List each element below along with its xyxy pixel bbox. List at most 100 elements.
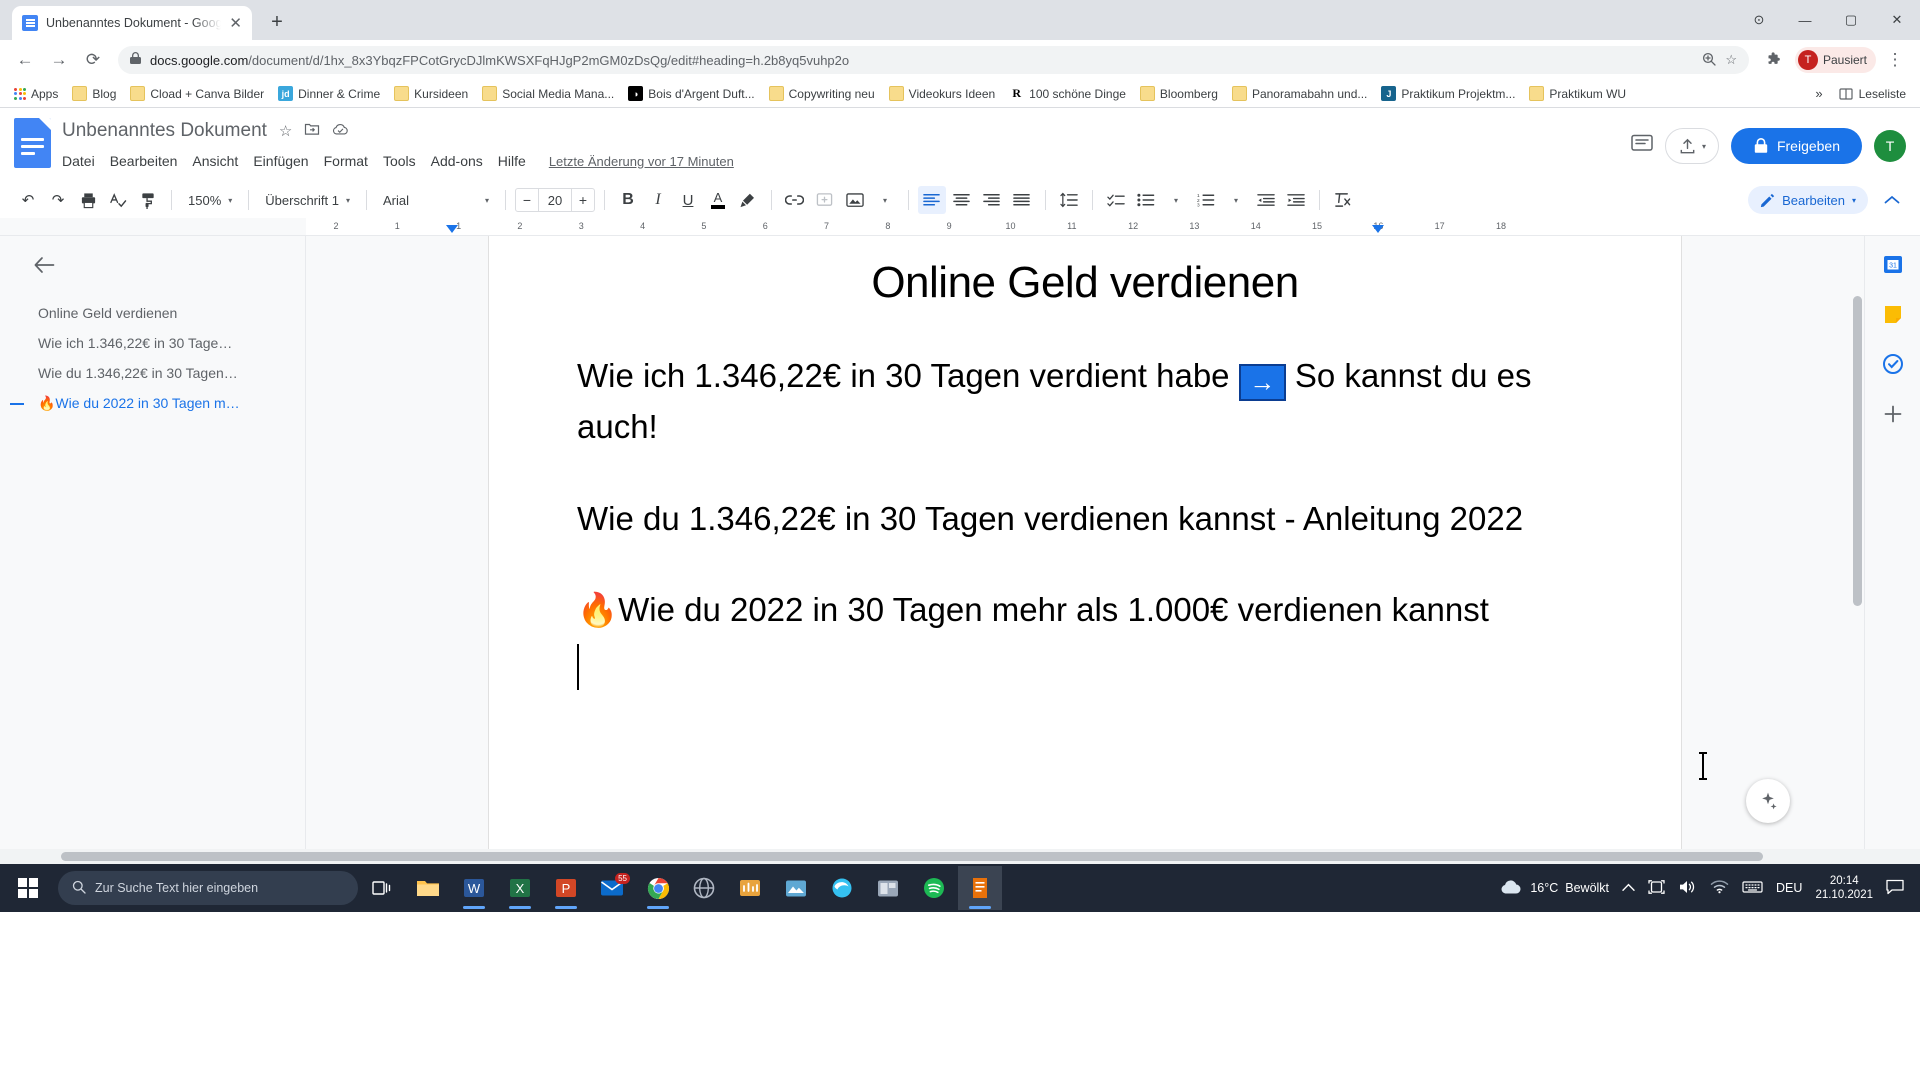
maximize-button[interactable]: ▢ xyxy=(1828,0,1874,40)
user-avatar[interactable]: T xyxy=(1874,130,1906,162)
taskbar-search-box[interactable]: Zur Suche Text hier eingeben xyxy=(58,871,358,905)
menu-einfuegen[interactable]: Einfügen xyxy=(253,153,308,169)
window-close-button[interactable]: ✕ xyxy=(1874,0,1920,40)
underline-button[interactable]: U xyxy=(674,186,702,214)
bookmark-item[interactable]: Copywriting neu xyxy=(763,83,881,104)
outline-item-2[interactable]: Wie ich 1.346,22€ in 30 Tage… xyxy=(0,328,305,358)
menu-datei[interactable]: Datei xyxy=(62,153,95,169)
menu-hilfe[interactable]: Hilfe xyxy=(498,153,526,169)
notification-icon[interactable] xyxy=(1886,879,1904,898)
keyboard-icon[interactable] xyxy=(1742,880,1763,897)
ruler-indent-marker[interactable] xyxy=(1372,225,1384,233)
font-size-decrease[interactable]: − xyxy=(516,192,538,208)
file-explorer-icon[interactable] xyxy=(406,866,450,910)
chart-app-icon[interactable] xyxy=(728,866,772,910)
bookmark-star-icon[interactable]: ☆ xyxy=(1725,52,1737,68)
browser-tab[interactable]: Unbenanntes Dokument - Googl ✕ xyxy=(12,6,252,40)
bookmark-item[interactable]: J Praktikum Projektm... xyxy=(1375,83,1521,104)
bulleted-list-icon[interactable] xyxy=(1132,186,1160,214)
bookmark-item[interactable]: Panoramabahn und... xyxy=(1226,83,1373,104)
gallery-icon[interactable] xyxy=(866,866,910,910)
menu-tools[interactable]: Tools xyxy=(383,153,416,169)
share-button[interactable]: Freigeben xyxy=(1730,128,1862,164)
numbered-list-icon[interactable]: 123 xyxy=(1192,186,1220,214)
last-edit-label[interactable]: Letzte Änderung vor 17 Minuten xyxy=(549,154,734,169)
bookmark-item[interactable]: ◑ Bois d'Argent Duft... xyxy=(622,83,760,104)
insert-image-icon[interactable] xyxy=(841,186,869,214)
volume-icon[interactable] xyxy=(1678,879,1697,898)
calendar-icon[interactable]: 31 xyxy=(1879,250,1907,278)
bookmark-item[interactable]: R 100 schöne Dinge xyxy=(1003,83,1132,104)
bookmark-apps[interactable]: Apps xyxy=(8,84,64,104)
outline-item-4[interactable]: 🔥Wie du 2022 in 30 Tagen m… xyxy=(0,388,305,419)
vertical-scrollbar-thumb[interactable] xyxy=(1853,296,1862,606)
bookmark-item[interactable]: Praktikum WU xyxy=(1523,83,1632,104)
star-icon[interactable]: ☆ xyxy=(279,122,292,140)
image-options-chevron-icon[interactable]: ▾ xyxy=(871,186,899,214)
mail-icon[interactable]: 55 xyxy=(590,866,634,910)
language-indicator[interactable]: DEU xyxy=(1776,881,1802,895)
horizontal-scrollbar[interactable] xyxy=(0,849,1920,864)
bookmark-item[interactable]: Blog xyxy=(66,83,122,104)
reload-icon[interactable]: ⟳ xyxy=(78,45,108,75)
redo-icon[interactable]: ↷ xyxy=(44,186,72,214)
tasks-icon[interactable] xyxy=(1879,350,1907,378)
outline-item-3[interactable]: Wie du 1.346,22€ in 30 Tagen… xyxy=(0,358,305,388)
insert-link-icon[interactable] xyxy=(781,186,809,214)
decrease-indent-icon[interactable] xyxy=(1252,186,1280,214)
outline-item-1[interactable]: Online Geld verdienen xyxy=(0,298,305,328)
menu-bearbeiten[interactable]: Bearbeiten xyxy=(110,153,178,169)
print-icon[interactable] xyxy=(74,186,102,214)
search-plus-icon[interactable] xyxy=(1702,52,1716,69)
hscroll-thumb[interactable] xyxy=(61,852,1764,861)
browser-menu-icon[interactable]: ⋮ xyxy=(1880,45,1910,75)
align-right-button[interactable] xyxy=(978,186,1006,214)
highlight-color-icon[interactable] xyxy=(734,186,762,214)
devices-icon[interactable] xyxy=(1648,879,1665,898)
photos-icon[interactable] xyxy=(774,866,818,910)
add-comment-icon[interactable] xyxy=(811,186,839,214)
minimize-button[interactable]: — xyxy=(1782,0,1828,40)
ruler-indent-marker[interactable] xyxy=(446,225,458,233)
close-icon[interactable]: ✕ xyxy=(229,16,242,31)
edge-icon[interactable] xyxy=(820,866,864,910)
numbered-list-chevron-icon[interactable]: ▾ xyxy=(1222,186,1250,214)
paint-format-icon[interactable] xyxy=(134,186,162,214)
chrome-icon[interactable] xyxy=(636,866,680,910)
show-hidden-icons-chevron[interactable] xyxy=(1622,881,1635,895)
back-icon[interactable]: ← xyxy=(10,45,40,75)
comment-history-icon[interactable] xyxy=(1631,134,1653,159)
word-icon[interactable]: W xyxy=(452,866,496,910)
align-justify-button[interactable] xyxy=(1008,186,1036,214)
bookmark-item[interactable]: Cload + Canva Bilder xyxy=(124,83,270,104)
italic-button[interactable]: I xyxy=(644,186,672,214)
weather-widget[interactable]: 16°C Bewölkt xyxy=(1499,879,1609,898)
bookmark-item[interactable]: Kursideen xyxy=(388,83,474,104)
bookmark-item[interactable]: Social Media Mana... xyxy=(476,83,620,104)
document-title[interactable]: Unbenanntes Dokument xyxy=(62,120,267,142)
forward-icon[interactable]: → xyxy=(44,45,74,75)
close-outline-icon[interactable] xyxy=(0,252,305,298)
present-button[interactable]: ▾ xyxy=(1664,128,1719,164)
checklist-icon[interactable] xyxy=(1102,186,1130,214)
clear-formatting-icon[interactable] xyxy=(1329,186,1357,214)
wifi-icon[interactable] xyxy=(1710,879,1729,897)
bookmark-item[interactable]: Bloomberg xyxy=(1134,83,1224,104)
excel-icon[interactable]: X xyxy=(498,866,542,910)
spotify-icon[interactable] xyxy=(912,866,956,910)
start-button[interactable] xyxy=(4,864,52,912)
address-bar[interactable]: docs.google.com/document/d/1hx_8x3YbqzFP… xyxy=(118,46,1749,74)
bulleted-list-chevron-icon[interactable]: ▾ xyxy=(1162,186,1190,214)
spellcheck-icon[interactable] xyxy=(104,186,132,214)
menu-format[interactable]: Format xyxy=(324,153,368,169)
bookmark-item[interactable]: jd Dinner & Crime xyxy=(272,83,386,104)
explore-button[interactable] xyxy=(1746,779,1790,823)
editing-mode-button[interactable]: Bearbeiten ▾ xyxy=(1748,186,1868,214)
line-spacing-icon[interactable] xyxy=(1055,186,1083,214)
font-size-stepper[interactable]: − 20 + xyxy=(514,188,595,212)
cloud-saved-icon[interactable] xyxy=(332,122,349,141)
bookmark-item[interactable]: Videokurs Ideen xyxy=(883,83,1002,104)
increase-indent-icon[interactable] xyxy=(1282,186,1310,214)
undo-icon[interactable]: ↶ xyxy=(14,186,42,214)
ruler-scale[interactable]: 2 1 1 2 3 4 5 6 7 8 9 10 11 12 13 14 15 16 17 18 xyxy=(306,218,1920,235)
